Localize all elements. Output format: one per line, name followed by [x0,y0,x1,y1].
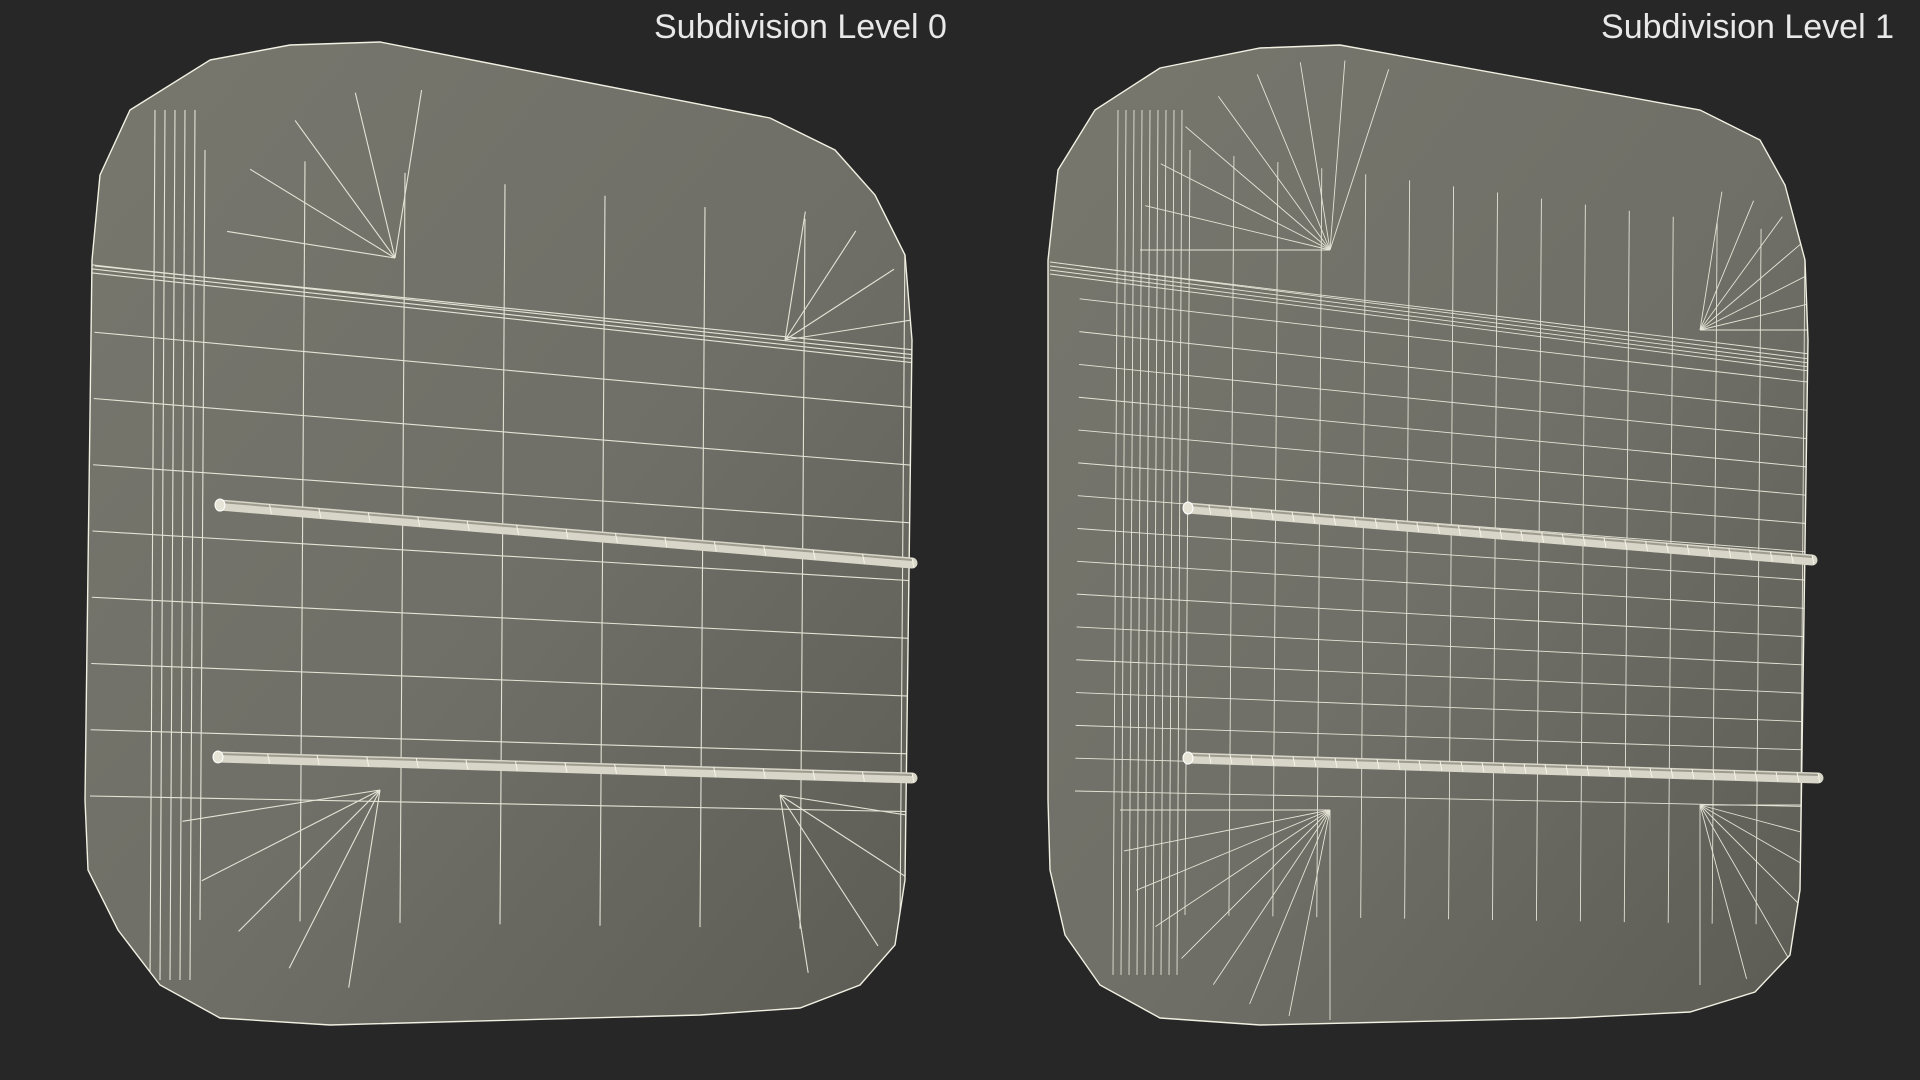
render-viewport: Subdivision Level 0 Subdivision Level 1 [0,0,1920,1080]
wireframe-render [84,41,1824,1026]
subdivision-level-0-model [84,41,918,1026]
subdivision-level-1-model [1047,44,1824,1026]
